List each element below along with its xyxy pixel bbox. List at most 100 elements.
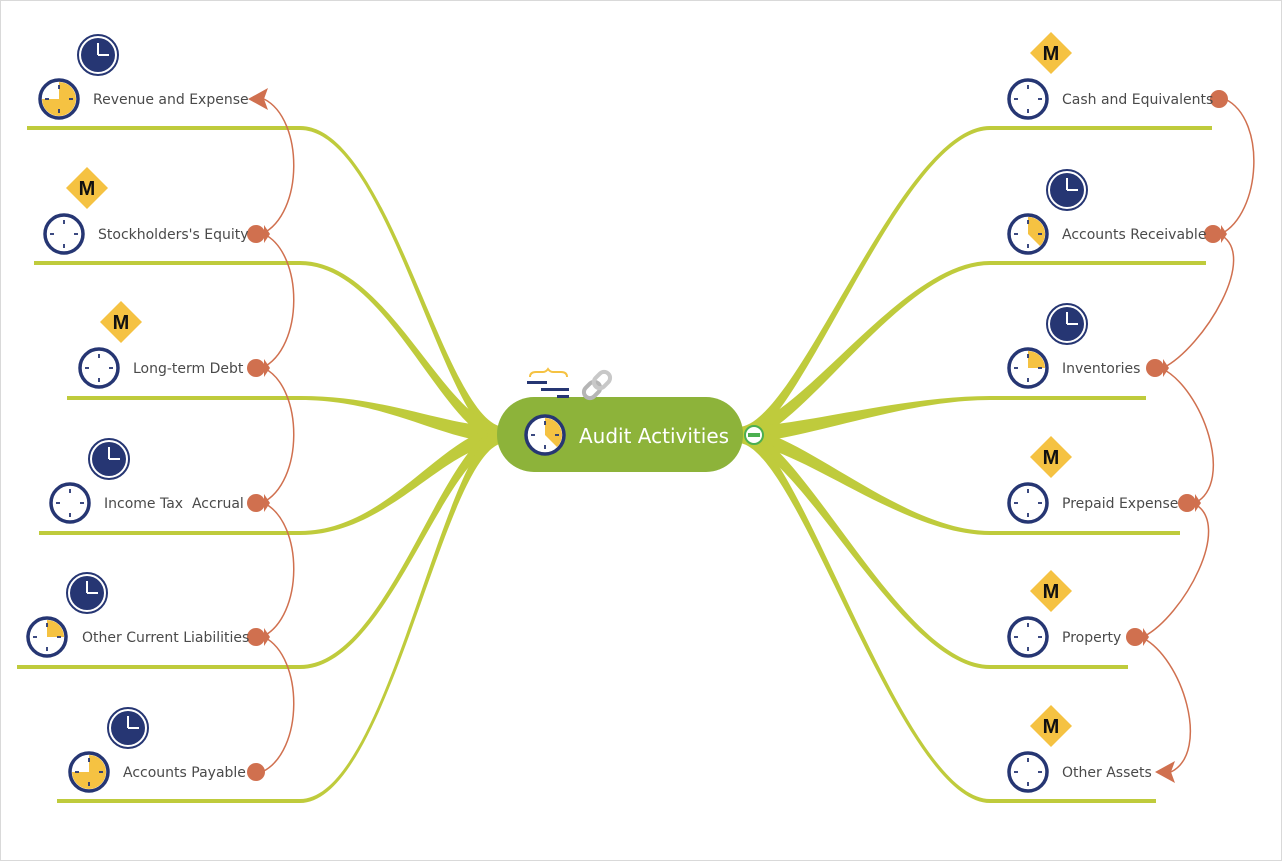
- topic-accounts-payable[interactable]: Accounts Payable: [68, 707, 246, 793]
- clock-icon: [77, 34, 119, 76]
- central-topic-label: Audit Activities: [579, 424, 729, 448]
- progress-clock-icon: [38, 78, 80, 120]
- clock-icon: [524, 414, 566, 456]
- relation-arrow[interactable]: [1220, 98, 1255, 235]
- branch-connector: [738, 126, 990, 443]
- topic-property[interactable]: M Property: [1007, 570, 1121, 658]
- milestone-icon: M: [100, 301, 142, 343]
- relation-arrowhead: [1221, 225, 1227, 243]
- progress-clock-icon: [1007, 482, 1049, 524]
- relation-anchor[interactable]: [1178, 494, 1196, 512]
- branch-connector: [300, 427, 505, 803]
- branch-connector: [300, 126, 505, 443]
- svg-text:M: M: [1043, 716, 1060, 738]
- relation-anchor[interactable]: [1126, 628, 1144, 646]
- relation-anchor[interactable]: [247, 628, 265, 646]
- clock-icon: [1046, 169, 1088, 211]
- relation-arrow[interactable]: [261, 98, 295, 235]
- svg-text:M: M: [1043, 447, 1060, 469]
- link-icon[interactable]: [581, 369, 613, 401]
- clock-icon: [88, 438, 130, 480]
- topic-underline: [990, 261, 1206, 265]
- svg-text:M: M: [113, 312, 130, 334]
- progress-clock-icon: [68, 751, 110, 793]
- minus-bar: [748, 433, 760, 437]
- branch-connector: [738, 427, 990, 535]
- topic-accounts-receivable[interactable]: Accounts Receivable: [1007, 169, 1206, 255]
- clock-icon: [107, 707, 149, 749]
- progress-clock-icon: [1007, 213, 1049, 255]
- milestone-icon: M: [1030, 436, 1072, 478]
- topic-underline: [34, 261, 300, 265]
- topic-other-assets[interactable]: M Other Assets: [1007, 705, 1152, 793]
- milestone-icon: M: [1030, 570, 1072, 612]
- relation-arrow[interactable]: [1160, 367, 1214, 504]
- topic-underline: [17, 665, 300, 669]
- relation-arrowhead: [264, 628, 270, 646]
- relation-arrowhead: [264, 494, 270, 512]
- relation-anchor[interactable]: [247, 359, 265, 377]
- relation-arrow[interactable]: [261, 233, 295, 369]
- topic-underline: [39, 531, 300, 535]
- relation-arrowhead: [1163, 359, 1169, 377]
- progress-clock-icon: [26, 616, 68, 658]
- topic-label: Inventories: [1062, 361, 1140, 377]
- milestone-icon: M: [1030, 705, 1072, 747]
- clock-icon: [1046, 303, 1088, 345]
- relation-arrowhead: [1143, 628, 1149, 646]
- progress-clock-icon: [43, 213, 85, 255]
- relation-arrow[interactable]: [261, 636, 295, 773]
- note-icon[interactable]: [527, 367, 569, 398]
- topic-label: Cash and Equivalents: [1062, 92, 1213, 108]
- topic-label: Income Tax Accrual: [104, 496, 244, 512]
- topic-cash-and-equivalents[interactable]: M Cash and Equivalents: [1007, 32, 1213, 120]
- relation-anchor[interactable]: [247, 225, 265, 243]
- topic-label: Other Assets: [1062, 765, 1152, 781]
- relation-arrowhead: [264, 359, 270, 377]
- topic-inventories[interactable]: Inventories: [1007, 303, 1140, 389]
- relation-arrow[interactable]: [1162, 233, 1235, 369]
- clock-icon: [66, 572, 108, 614]
- relation-arrowhead: [264, 225, 270, 243]
- topic-label: Accounts Receivable: [1062, 227, 1206, 243]
- topic-label: Revenue and Expense: [93, 92, 249, 108]
- topic-other-current-liabilities[interactable]: Other Current Liabilities: [26, 572, 249, 658]
- progress-clock-icon: [49, 482, 91, 524]
- relation-anchor[interactable]: [1146, 359, 1164, 377]
- topic-underline: [990, 126, 1212, 130]
- topic-label: Stockholders's Equity: [98, 227, 249, 243]
- topic-underline: [990, 531, 1180, 535]
- relation-anchor[interactable]: [247, 494, 265, 512]
- relation-anchor[interactable]: [1204, 225, 1222, 243]
- branch-connector: [300, 427, 505, 535]
- topic-underline: [67, 396, 300, 400]
- topic-label: Property: [1062, 630, 1121, 646]
- topic-prepaid-expense[interactable]: M Prepaid Expense: [1007, 436, 1178, 524]
- relation-arrow[interactable]: [1142, 502, 1210, 638]
- progress-clock-icon: [1007, 78, 1049, 120]
- relation-arrow[interactable]: [261, 502, 295, 638]
- milestone-icon: M: [66, 167, 108, 209]
- svg-text:M: M: [79, 178, 96, 200]
- topic-underline: [27, 126, 300, 130]
- progress-clock-icon: [78, 347, 120, 389]
- topic-underline: [57, 799, 300, 803]
- collapse-button[interactable]: [744, 425, 764, 445]
- progress-clock-icon: [1007, 347, 1049, 389]
- relation-anchor[interactable]: [247, 763, 265, 781]
- relation-arrow[interactable]: [261, 367, 295, 504]
- central-topic[interactable]: Audit Activities: [497, 367, 764, 472]
- topic-label: Long-term Debt: [133, 361, 244, 377]
- topic-revenue-and-expense[interactable]: Revenue and Expense: [38, 34, 249, 120]
- branch-connector: [738, 427, 990, 803]
- relation-arrow[interactable]: [1140, 636, 1192, 773]
- topic-stockholders-s-equity[interactable]: M Stockholders's Equity: [43, 167, 249, 255]
- svg-text:M: M: [1043, 581, 1060, 603]
- topic-income-tax-accrual[interactable]: Income Tax Accrual: [49, 438, 244, 524]
- topic-underline: [990, 799, 1156, 803]
- topic-long-term-debt[interactable]: M Long-term Debt: [78, 301, 244, 389]
- topic-label: Prepaid Expense: [1062, 496, 1178, 512]
- relation-arrowhead: [1195, 494, 1201, 512]
- topic-underline: [990, 396, 1146, 400]
- progress-clock-icon: [1007, 616, 1049, 658]
